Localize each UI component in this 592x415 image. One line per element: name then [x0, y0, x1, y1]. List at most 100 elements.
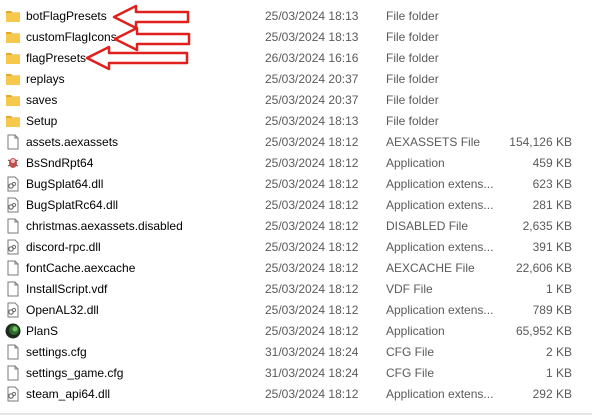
- file-date-modified: 25/03/2024 18:13: [265, 30, 359, 44]
- file-type: AEXCACHE File: [386, 261, 475, 275]
- file-row[interactable]: BugSplatRc64.dll 25/03/2024 18:12 Applicat…: [0, 195, 592, 216]
- file-size: 1 KB: [545, 366, 572, 380]
- file-size: 789 KB: [532, 303, 572, 317]
- file-name: customFlagIcons: [26, 30, 117, 44]
- file-type: Application extens...: [386, 177, 494, 191]
- file-date-modified: 25/03/2024 18:12: [265, 387, 359, 401]
- file-size: 292 KB: [532, 387, 572, 401]
- file-type: Application extens...: [386, 240, 494, 254]
- file-size: 2 KB: [545, 345, 572, 359]
- file-date-modified: 25/03/2024 18:12: [265, 135, 359, 149]
- file-type: AEXASSETS File: [386, 135, 481, 149]
- file-name: Setup: [26, 114, 58, 128]
- file-type: File folder: [386, 9, 439, 23]
- file-date-modified: 25/03/2024 18:13: [265, 9, 359, 23]
- file-row[interactable]: assets.aexassets 25/03/2024 18:12 AEXASSET…: [0, 132, 592, 153]
- file-type: File folder: [386, 93, 439, 107]
- file-date-modified: 25/03/2024 18:12: [265, 219, 359, 233]
- file-type: File folder: [386, 72, 439, 86]
- file-row[interactable]: InstallScript.vdf 25/03/2024 18:12 VDF Fil…: [0, 279, 592, 300]
- file-icon: [5, 134, 21, 150]
- file-icon: [5, 218, 21, 234]
- file-date-modified: 25/03/2024 18:12: [265, 324, 359, 338]
- folder-icon: [5, 29, 21, 45]
- file-type: CFG File: [386, 366, 434, 380]
- file-size: 2,635 KB: [522, 219, 572, 233]
- file-row[interactable]: BugSplat64.dll 25/03/2024 18:12 Applicatio…: [0, 174, 592, 195]
- file-name: BugSplat64.dll: [26, 177, 104, 191]
- file-row[interactable]: christmas.aexassets.disabled 25/03/2024 1…: [0, 216, 592, 237]
- folder-icon: [5, 92, 21, 108]
- file-row[interactable]: discord-rpc.dll 25/03/2024 18:12 Applicati…: [0, 237, 592, 258]
- file-row[interactable]: Setup 25/03/2024 18:13 File folder: [0, 111, 592, 132]
- file-name: OpenAL32.dll: [26, 303, 99, 317]
- file-type: File folder: [386, 114, 439, 128]
- file-row[interactable]: settings_game.cfg 31/03/2024 18:24 CFG Fil…: [0, 363, 592, 384]
- file-type: Application: [386, 156, 445, 170]
- file-icon: [5, 281, 21, 297]
- file-date-modified: 25/03/2024 18:13: [265, 114, 359, 128]
- file-date-modified: 25/03/2024 18:12: [265, 261, 359, 275]
- file-size: 1 KB: [545, 282, 572, 296]
- file-type: CFG File: [386, 345, 434, 359]
- file-date-modified: 31/03/2024 18:24: [265, 345, 359, 359]
- file-date-modified: 25/03/2024 18:12: [265, 198, 359, 212]
- dll-icon: [5, 197, 21, 213]
- file-name: settings_game.cfg: [26, 366, 124, 380]
- file-type: File folder: [386, 30, 439, 44]
- file-row[interactable]: settings.cfg 31/03/2024 18:24 CFG File 2 KB: [0, 342, 592, 363]
- file-name: BsSndRpt64: [26, 156, 94, 170]
- folder-icon: [5, 8, 21, 24]
- file-list: botFlagPresets 25/03/2024 18:13 File folde…: [0, 6, 592, 405]
- file-date-modified: 25/03/2024 18:12: [265, 303, 359, 317]
- file-row[interactable]: saves 25/03/2024 20:37 File folder: [0, 90, 592, 111]
- file-name: BugSplatRc64.dll: [26, 198, 119, 212]
- dll-icon: [5, 386, 21, 402]
- file-name: christmas.aexassets.disabled: [26, 219, 183, 233]
- file-type: DISABLED File: [386, 219, 469, 233]
- file-row[interactable]: BsSndRpt64 25/03/2024 18:12 Application 459…: [0, 153, 592, 174]
- file-name: InstallScript.vdf: [26, 282, 108, 296]
- game-app-icon: [5, 323, 21, 339]
- file-type: VDF File: [386, 282, 433, 296]
- file-row[interactable]: OpenAL32.dll 25/03/2024 18:12 Application …: [0, 300, 592, 321]
- file-type: File folder: [386, 51, 439, 65]
- file-name: saves: [26, 93, 58, 107]
- file-row[interactable]: flagPresets 26/03/2024 16:16 File folder: [0, 48, 592, 69]
- file-name: settings.cfg: [26, 345, 87, 359]
- file-row[interactable]: fontCache.aexcache 25/03/2024 18:12 AEXCAC…: [0, 258, 592, 279]
- file-size: 154,126 KB: [509, 135, 572, 149]
- file-name: assets.aexassets: [26, 135, 119, 149]
- file-row[interactable]: botFlagPresets 25/03/2024 18:13 File folde…: [0, 6, 592, 27]
- file-date-modified: 25/03/2024 18:12: [265, 240, 359, 254]
- file-date-modified: 31/03/2024 18:24: [265, 366, 359, 380]
- file-name: botFlagPresets: [26, 9, 107, 23]
- file-date-modified: 25/03/2024 18:12: [265, 177, 359, 191]
- dll-icon: [5, 302, 21, 318]
- folder-icon: [5, 71, 21, 87]
- file-row[interactable]: steam_api64.dll 25/03/2024 18:12 Applicati…: [0, 384, 592, 405]
- file-row[interactable]: replays 25/03/2024 20:37 File folder: [0, 69, 592, 90]
- bugreport-app-icon: [5, 155, 21, 171]
- folder-icon: [5, 50, 21, 66]
- file-name: PlanS: [26, 324, 59, 338]
- file-name: replays: [26, 72, 65, 86]
- file-icon: [5, 344, 21, 360]
- file-type: Application extens...: [386, 303, 494, 317]
- file-name: steam_api64.dll: [26, 387, 111, 401]
- file-size: 623 KB: [532, 177, 572, 191]
- file-size: 22,606 KB: [515, 261, 572, 275]
- file-type: Application extens...: [386, 198, 494, 212]
- file-date-modified: 25/03/2024 20:37: [265, 93, 359, 107]
- file-name: fontCache.aexcache: [26, 261, 136, 275]
- file-size: 281 KB: [532, 198, 572, 212]
- file-date-modified: 25/03/2024 18:12: [265, 282, 359, 296]
- file-name: discord-rpc.dll: [26, 240, 101, 254]
- dll-icon: [5, 239, 21, 255]
- file-date-modified: 26/03/2024 16:16: [265, 51, 359, 65]
- file-row[interactable]: customFlagIcons 25/03/2024 18:13 File fold…: [0, 27, 592, 48]
- file-icon: [5, 365, 21, 381]
- file-row[interactable]: PlanS 25/03/2024 18:12 Application 65,952 K…: [0, 321, 592, 342]
- file-size: 391 KB: [532, 240, 572, 254]
- file-type: Application extens...: [386, 387, 494, 401]
